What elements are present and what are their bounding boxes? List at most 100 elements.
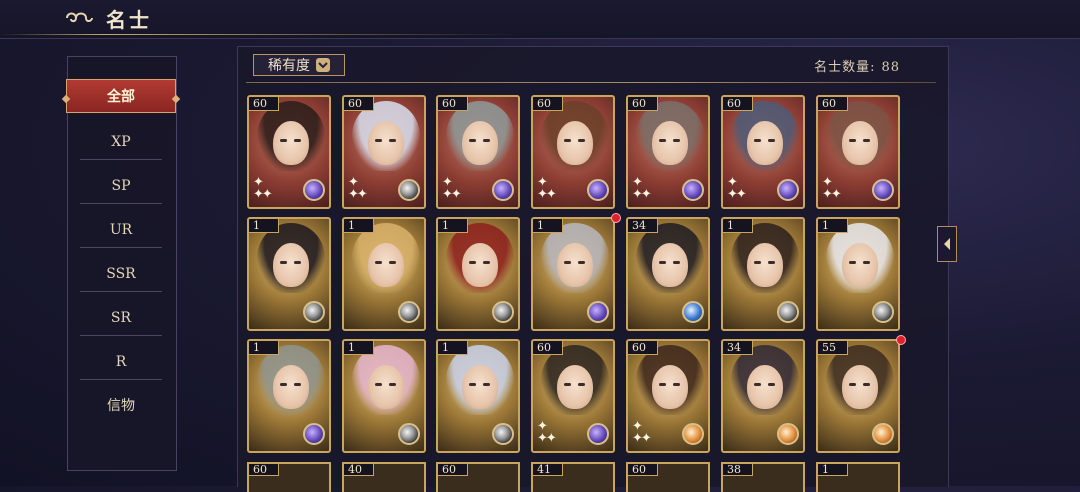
title-divider [0,34,520,35]
character-eye [659,383,666,386]
character-face [652,243,688,287]
character-eye [294,139,301,142]
level-badge: 34 [628,219,658,233]
filter-label: 稀有度 [268,58,310,74]
level-badge: 40 [344,464,374,476]
sidebar-item-xp[interactable]: XP [80,125,162,160]
level-badge: 1 [249,219,279,233]
star-rank-icon: ✦ ✦✦ [632,419,652,446]
character-eye [280,261,287,264]
character-card-partial[interactable]: 40 [342,462,426,492]
character-eye [754,383,761,386]
sidebar-item-r[interactable]: R [80,345,162,380]
toolbar-divider [246,82,936,83]
character-card[interactable]: 60 ✦ ✦✦ [436,95,520,209]
chevron-left-icon [944,238,950,250]
level-badge: 1 [723,219,753,233]
character-card[interactable]: 1 [436,217,520,331]
level-badge: 1 [438,341,468,355]
sidebar-item-label: R [115,354,127,370]
star-rank-icon: ✦ ✦✦ [442,175,462,202]
sidebar-item-sp[interactable]: SP [80,169,162,204]
character-card[interactable]: 60 ✦ ✦✦ [721,95,805,209]
character-eye [375,139,382,142]
element-orb-icon [682,179,704,201]
character-face [368,365,404,409]
character-face [842,121,878,165]
character-eye [294,261,301,264]
expand-arrow-button[interactable] [937,226,957,262]
character-eye [754,139,761,142]
character-face [273,243,309,287]
sidebar-item-ssr[interactable]: SSR [80,257,162,292]
top-bar: 名士 [0,0,1080,39]
element-orb-icon [777,179,799,201]
character-eye [389,261,396,264]
level-badge: 1 [533,219,563,233]
character-card-partial[interactable]: 60 [436,462,520,492]
character-card[interactable]: 60 ✦ ✦✦ [626,339,710,453]
character-eye [389,383,396,386]
character-card[interactable]: 60 ✦ ✦✦ [626,95,710,209]
character-card[interactable]: 1 [342,217,426,331]
character-card[interactable]: 55 [816,339,900,453]
level-badge: 60 [628,341,658,355]
character-card-partial[interactable]: 38 [721,462,805,492]
sidebar-item-sr[interactable]: SR [80,301,162,336]
character-card[interactable]: 34 [721,339,805,453]
cloud-swirl-icon [62,7,96,29]
level-badge: 60 [438,464,468,476]
character-card-partial[interactable]: 1 [816,462,900,492]
level-badge: 60 [723,97,753,111]
character-card[interactable]: 60 ✦ ✦✦ [531,95,615,209]
character-face [842,243,878,287]
character-card[interactable]: 1 [816,217,900,331]
rarity-filter-dropdown[interactable]: 稀有度 [253,54,345,76]
element-orb-icon [398,301,420,323]
sidebar-item-label: 信物 [107,398,135,414]
character-eye [483,139,490,142]
level-badge: 60 [249,97,279,111]
character-card[interactable]: 60 ✦ ✦✦ [342,95,426,209]
character-card-partial[interactable]: 41 [531,462,615,492]
character-card[interactable]: 1 [531,217,615,331]
character-card[interactable]: 60 ✦ ✦✦ [816,95,900,209]
character-eye [375,261,382,264]
sidebar-item-token[interactable]: 信物 [80,389,162,423]
character-eye [564,383,571,386]
element-orb-icon [587,423,609,445]
character-face [652,365,688,409]
character-card[interactable]: 1 [721,217,805,331]
character-card[interactable]: 1 [247,339,331,453]
sidebar-item-ur[interactable]: UR [80,213,162,248]
star-rank-icon: ✦ ✦✦ [632,175,652,202]
level-badge: 60 [438,97,468,111]
character-card[interactable]: 60 ✦ ✦✦ [531,339,615,453]
character-card[interactable]: 34 [626,217,710,331]
sidebar-item-all[interactable]: 全部 [61,79,181,113]
character-eye [469,139,476,142]
character-face [747,243,783,287]
element-orb-icon [872,179,894,201]
character-eye [673,261,680,264]
character-face [747,121,783,165]
character-face [652,121,688,165]
level-badge: 1 [438,219,468,233]
character-eye [768,383,775,386]
character-face [557,365,593,409]
character-eye [280,139,287,142]
element-orb-icon [682,423,704,445]
character-eye [578,139,585,142]
character-card-partial[interactable]: 60 [247,462,331,492]
character-count: 名士数量: 88 [808,56,900,75]
character-eye [578,383,585,386]
character-card[interactable]: 1 [436,339,520,453]
character-card[interactable]: 60 ✦ ✦✦ [247,95,331,209]
character-card[interactable]: 1 [247,217,331,331]
character-card-partial[interactable]: 60 [626,462,710,492]
character-face [557,121,593,165]
character-card[interactable]: 1 [342,339,426,453]
character-eye [863,139,870,142]
star-rank-icon: ✦ ✦✦ [537,419,557,446]
element-orb-icon [398,423,420,445]
